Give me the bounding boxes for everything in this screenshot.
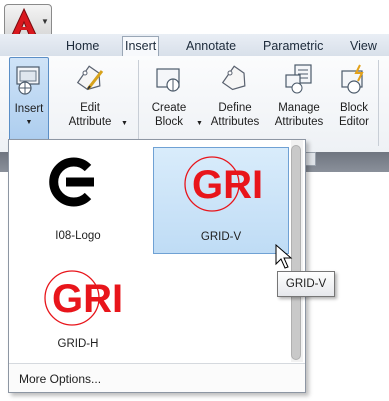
define-attributes-icon — [221, 65, 246, 91]
mouse-cursor-icon — [275, 244, 293, 269]
chevron-down-icon[interactable]: ▼ — [196, 120, 203, 127]
block-editor-label-1: Block — [339, 102, 369, 114]
edit-attribute-icon — [76, 65, 104, 91]
edit-attribute-label-2: Attribute — [68, 116, 112, 128]
grid-h-preview: GRI — [44, 270, 123, 326]
block-editor-label-2: Editor — [338, 116, 370, 128]
gallery-item-grid-h[interactable]: GRI GRID-H — [12, 262, 144, 362]
more-options-button[interactable]: More Options... — [9, 363, 305, 392]
create-block-label-1: Create — [151, 102, 187, 114]
tooltip: GRID-V — [277, 271, 335, 297]
tab-view[interactable]: View — [348, 36, 379, 56]
grid-v-preview-text: GRI — [192, 163, 263, 207]
manage-attributes-icon — [285, 64, 312, 94]
chevron-down-icon: ▼ — [41, 17, 49, 26]
ribbon-separator — [138, 60, 139, 146]
chevron-down-icon[interactable]: ▼ — [121, 120, 128, 127]
create-block-label-2: Block — [154, 116, 184, 128]
gallery-item-label: I08-Logo — [55, 230, 101, 242]
block-editor-button[interactable]: Block Editor — [332, 57, 376, 151]
manage-attributes-button[interactable]: Manage Attributes — [268, 57, 330, 151]
chevron-down-icon: ▼ — [25, 119, 33, 126]
create-block-icon — [156, 68, 180, 92]
manage-attributes-label-1: Manage — [278, 102, 320, 114]
insert-block-icon — [16, 66, 40, 95]
tab-insert[interactable]: Insert — [122, 36, 160, 57]
define-attributes-label-2: Attributes — [210, 116, 260, 128]
gallery-item-i08-logo[interactable]: I08-Logo — [12, 146, 144, 254]
define-attributes-label-1: Define — [218, 102, 252, 114]
tab-parametric[interactable]: Parametric — [261, 36, 325, 56]
insert-button[interactable]: Insert ▼ — [9, 57, 49, 151]
manage-attributes-label-2: Attributes — [274, 116, 324, 128]
gallery-item-label: GRID-V — [200, 231, 242, 243]
tab-annotate[interactable]: Annotate — [184, 36, 238, 56]
block-editor-icon — [341, 64, 364, 94]
grid-h-preview-text: GRI — [52, 277, 123, 321]
tab-home[interactable]: Home — [64, 36, 101, 56]
create-block-button[interactable]: Create Block — [142, 57, 196, 151]
ribbon-separator — [378, 60, 379, 146]
define-attributes-button[interactable]: Define Attributes — [205, 57, 265, 151]
insert-label: Insert — [14, 103, 44, 115]
edit-attribute-button[interactable]: Edit Attribute — [62, 57, 118, 151]
logo-preview-icon — [49, 157, 94, 207]
grid-v-preview: GRI — [184, 156, 263, 212]
gallery-item-grid-v[interactable]: GRI GRID-V — [153, 147, 289, 254]
edit-attribute-label-1: Edit — [80, 102, 100, 114]
gallery-item-label: GRID-H — [57, 338, 99, 350]
